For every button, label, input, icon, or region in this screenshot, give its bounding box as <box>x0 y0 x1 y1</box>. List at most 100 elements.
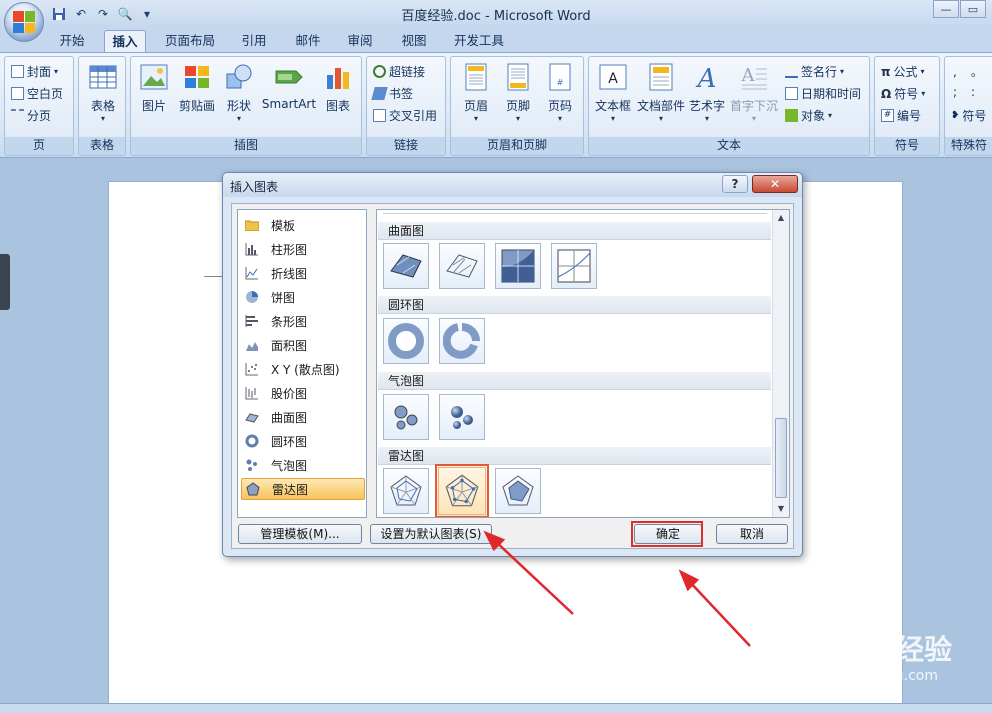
clipart-icon <box>182 61 212 93</box>
category-scatter[interactable]: X Y (散点图) <box>241 358 365 380</box>
textbox-button[interactable]: A 文本框 ▾ <box>593 61 633 123</box>
page-break-button[interactable]: 分页 <box>11 107 51 124</box>
doughnut-chart-icon <box>245 434 259 448</box>
category-bubble[interactable]: 气泡图 <box>241 454 365 476</box>
cover-page-button[interactable]: 封面 ▾ <box>11 63 58 80</box>
group-header-footer: 页眉 ▾ 页脚 ▾ # 页码 ▾ 页眉和页脚 <box>450 56 584 156</box>
colon-symbol[interactable]: : <box>971 85 975 99</box>
bubble-3d-thumb[interactable] <box>439 394 485 440</box>
category-area[interactable]: 面积图 <box>241 334 365 356</box>
svg-text:A: A <box>741 65 756 86</box>
scroll-up-icon[interactable]: ▲ <box>775 212 787 224</box>
tab-developer[interactable]: 开发工具 <box>446 30 512 52</box>
tab-insert[interactable]: 插入 <box>104 30 146 52</box>
shapes-button[interactable]: 形状 ▾ <box>223 61 255 123</box>
dialog-title-bar[interactable]: 插入图表 ? ✕ <box>223 173 802 197</box>
group-links: 超链接 书签 交叉引用 链接 <box>366 56 446 156</box>
special-symbol-icon: ❥ <box>951 110 960 121</box>
set-default-chart-button[interactable]: 设置为默认图表(S) <box>370 524 492 544</box>
blank-page-button[interactable]: 空白页 <box>11 85 63 102</box>
close-button[interactable]: ✕ <box>752 175 798 193</box>
scroll-down-icon[interactable]: ▼ <box>775 503 787 515</box>
chart-button[interactable]: 图表 <box>321 61 355 114</box>
gallery-scrollbar[interactable]: ▲ ▼ <box>772 210 789 517</box>
radar-markers-thumb[interactable] <box>435 464 489 517</box>
contour-thumb[interactable] <box>495 243 541 289</box>
group-illustrations: 图片 剪贴画 形状 ▾ SmartArt 图表 插图 <box>130 56 362 156</box>
pie-chart-icon <box>245 290 259 304</box>
category-pie[interactable]: 饼图 <box>241 286 365 308</box>
cancel-button[interactable]: 取消 <box>716 524 788 544</box>
quick-parts-button[interactable]: 文档部件 ▾ <box>635 61 687 123</box>
doughnut-thumb[interactable] <box>383 318 429 364</box>
clipart-button[interactable]: 剪贴画 <box>177 61 217 114</box>
svg-text:A: A <box>696 64 717 91</box>
tab-mailings[interactable]: 邮件 <box>288 30 328 52</box>
page-break-icon <box>11 109 24 122</box>
category-bar[interactable]: 条形图 <box>241 310 365 332</box>
radar-chart-icon <box>246 482 260 496</box>
section-surface: 曲面图 <box>378 222 771 240</box>
shapes-icon <box>224 61 254 93</box>
status-bar <box>0 703 992 713</box>
category-doughnut[interactable]: 圆环图 <box>241 430 365 452</box>
tab-page-layout[interactable]: 页面布局 <box>158 30 222 52</box>
minimize-button[interactable]: — <box>933 0 959 18</box>
signature-line-button[interactable]: 签名行 ▾ <box>785 63 844 80</box>
date-time-button[interactable]: 日期和时间 <box>785 85 861 102</box>
surface-3d-thumb[interactable] <box>383 243 429 289</box>
category-list: 模板 柱形图 折线图 饼图 条形图 面积图 X Y (散点图) 股价图 曲面图 … <box>237 209 367 518</box>
omega-icon: Ω <box>881 86 892 101</box>
bookmark-icon <box>371 87 388 100</box>
office-button[interactable] <box>4 2 44 42</box>
surface-wireframe-thumb[interactable] <box>439 243 485 289</box>
equation-button[interactable]: π 公式 ▾ <box>881 63 925 80</box>
tab-references[interactable]: 引用 <box>234 30 274 52</box>
bar-chart-icon <box>245 314 259 328</box>
special-symbol-button[interactable]: ❥ 符号 <box>951 107 986 124</box>
table-button[interactable]: 表格 ▾ <box>85 61 121 123</box>
tab-view[interactable]: 视图 <box>394 30 434 52</box>
numbering-button[interactable]: # 编号 <box>881 107 921 124</box>
category-templates[interactable]: 模板 <box>241 214 365 236</box>
wordart-button[interactable]: A 艺术字 ▾ <box>689 61 725 123</box>
symbol-button[interactable]: Ω 符号 ▾ <box>881 85 925 102</box>
filled-radar-thumb[interactable] <box>495 468 541 514</box>
section-radar: 雷达图 <box>378 447 771 465</box>
semicolon-symbol[interactable]: ; <box>953 85 957 99</box>
tab-home[interactable]: 开始 <box>52 30 92 52</box>
footer-button[interactable]: 页脚 ▾ <box>501 61 535 123</box>
group-symbols-label: 符号 <box>875 137 939 155</box>
category-line[interactable]: 折线图 <box>241 262 365 284</box>
tab-review[interactable]: 审阅 <box>340 30 380 52</box>
special-row-1: ,。 <box>953 63 983 80</box>
category-radar[interactable]: 雷达图 <box>241 478 365 500</box>
picture-icon <box>139 61 169 93</box>
category-column[interactable]: 柱形图 <box>241 238 365 260</box>
contour-wireframe-thumb[interactable] <box>551 243 597 289</box>
drop-cap-button[interactable]: A 首字下沉 ▾ <box>729 61 779 123</box>
exploded-doughnut-thumb[interactable] <box>439 318 485 364</box>
smartart-button[interactable]: SmartArt <box>261 61 317 111</box>
cross-reference-button[interactable]: 交叉引用 <box>373 107 437 124</box>
page-number-button[interactable]: # 页码 ▾ <box>543 61 577 123</box>
table-icon <box>88 61 118 93</box>
chart-icon <box>323 61 353 93</box>
help-button[interactable]: ? <box>722 175 748 193</box>
bookmark-button[interactable]: 书签 <box>371 85 413 102</box>
picture-button[interactable]: 图片 <box>137 61 171 114</box>
category-stock[interactable]: 股价图 <box>241 382 365 404</box>
restore-button[interactable]: ▭ <box>960 0 986 18</box>
bubble-thumb[interactable] <box>383 394 429 440</box>
period-symbol[interactable]: 。 <box>971 63 983 80</box>
comma-symbol[interactable]: , <box>953 65 957 79</box>
category-surface[interactable]: 曲面图 <box>241 406 365 428</box>
scroll-thumb[interactable] <box>775 418 787 498</box>
hyperlink-icon <box>373 65 386 78</box>
manage-templates-button[interactable]: 管理模板(M)... <box>238 524 362 544</box>
hyperlink-button[interactable]: 超链接 <box>373 63 425 80</box>
side-handle[interactable] <box>0 254 10 310</box>
header-button[interactable]: 页眉 ▾ <box>459 61 493 123</box>
object-button[interactable]: 对象 ▾ <box>785 107 832 124</box>
radar-thumb[interactable] <box>383 468 429 514</box>
